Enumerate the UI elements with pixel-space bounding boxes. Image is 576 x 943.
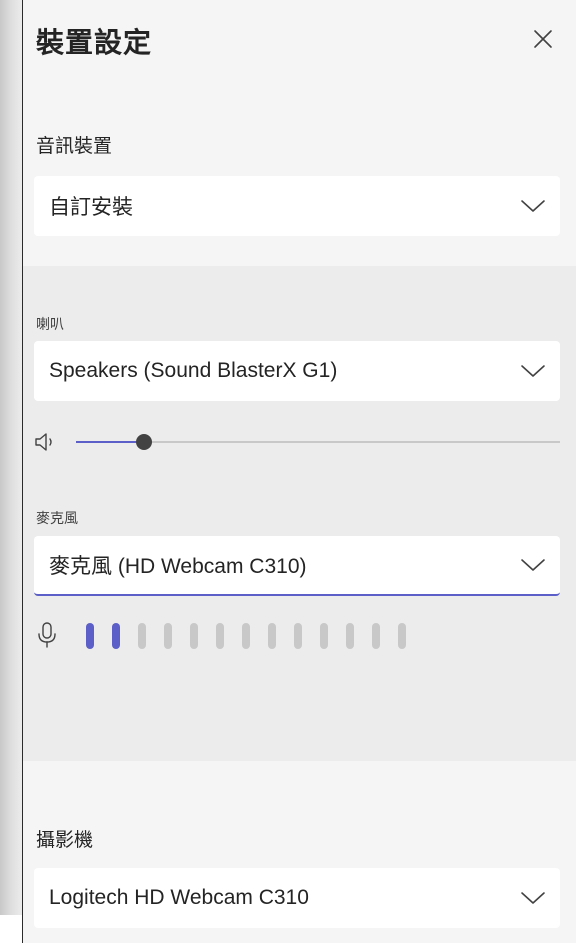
chevron-down-icon [521, 892, 545, 904]
audio-device-label: 音訊裝置 [36, 136, 113, 157]
mic-level-bar [164, 623, 172, 649]
audio-device-value: 自訂安裝 [49, 196, 133, 219]
speaker-icon [35, 433, 52, 451]
chevron-down-icon [521, 200, 545, 212]
mic-level-bar [268, 623, 276, 649]
microphone-value: 麥克風 (HD Webcam C310) [49, 555, 307, 578]
mic-level-bar [112, 623, 120, 649]
volume-slider-thumb[interactable] [136, 434, 152, 450]
device-settings-panel: 裝置設定 音訊裝置 自訂安裝 喇叭 Speakers (Sound Blaste… [22, 0, 576, 943]
mic-level-bar [372, 623, 380, 649]
speaker-dropdown[interactable]: Speakers (Sound BlasterX G1) [34, 341, 560, 401]
close-icon[interactable] [530, 26, 556, 52]
mic-level-bar [242, 623, 250, 649]
microphone-level-row [34, 620, 560, 650]
speaker-value: Speakers (Sound BlasterX G1) [49, 359, 338, 382]
camera-dropdown[interactable]: Logitech HD Webcam C310 [34, 868, 560, 928]
panel-header: 裝置設定 [23, 0, 576, 85]
speaker-volume-row [34, 427, 560, 457]
background-app [0, 0, 22, 915]
mic-level-bar [398, 623, 406, 649]
audio-device-dropdown[interactable]: 自訂安裝 [34, 176, 560, 236]
speaker-label: 喇叭 [36, 316, 64, 332]
mic-level-bar [346, 623, 354, 649]
mic-level-bar [320, 623, 328, 649]
microphone-label: 麥克風 [36, 510, 78, 526]
mic-level-bar [216, 623, 224, 649]
volume-slider-track[interactable] [76, 434, 560, 450]
mic-level-bar [294, 623, 302, 649]
camera-value: Logitech HD Webcam C310 [49, 886, 309, 909]
chevron-down-icon [521, 559, 545, 571]
chevron-down-icon [521, 365, 545, 377]
microphone-dropdown[interactable]: 麥克風 (HD Webcam C310) [34, 536, 560, 596]
microphone-icon [38, 622, 56, 648]
mic-level-bar [190, 623, 198, 649]
camera-label: 攝影機 [36, 830, 94, 851]
mic-level-bar [138, 623, 146, 649]
mic-level-bar [86, 623, 94, 649]
panel-title: 裝置設定 [36, 27, 153, 58]
volume-slider-fill [76, 441, 144, 443]
